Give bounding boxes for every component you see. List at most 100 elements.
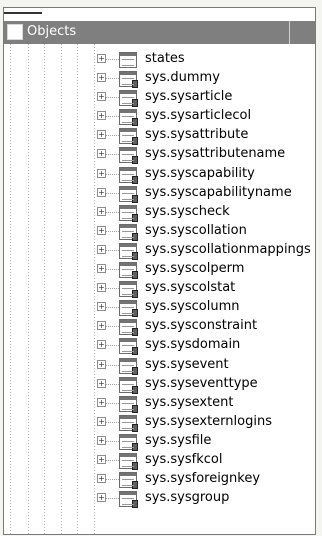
tree-connector xyxy=(106,421,119,423)
tree-item-label: sys.sysarticle xyxy=(145,89,233,105)
tree-item[interactable]: + sys.sysfile xyxy=(4,433,315,452)
title-bar-line xyxy=(4,12,42,14)
tree-item[interactable]: + sys.syscollation xyxy=(4,223,315,242)
system-table-icon xyxy=(119,376,138,394)
tree-item-label: sys.sysfile xyxy=(145,432,212,448)
system-badge-icon xyxy=(132,137,138,146)
tree-item[interactable]: + sys.sysgroup xyxy=(4,490,315,509)
expand-icon[interactable]: + xyxy=(97,435,106,445)
system-table-icon xyxy=(119,223,138,241)
tree-item-label: sys.sysdomain xyxy=(145,337,241,353)
tree-item-label: sys.sysevent xyxy=(145,356,229,372)
tree-item[interactable]: + sys.syseventtype xyxy=(4,376,315,395)
expand-icon[interactable]: + xyxy=(97,111,106,121)
system-table-icon xyxy=(119,90,138,108)
system-table-icon xyxy=(119,262,138,280)
tree-item[interactable]: + sys.sysforeignkey xyxy=(4,471,315,490)
expand-icon[interactable]: + xyxy=(97,168,106,178)
tree-connector xyxy=(106,498,119,500)
tree-item[interactable]: + sys.sysattributename xyxy=(4,146,315,165)
expand-icon[interactable]: + xyxy=(97,264,106,274)
system-table-icon xyxy=(119,357,138,375)
system-badge-icon xyxy=(132,442,138,451)
expand-icon[interactable]: + xyxy=(97,302,106,312)
tree-item-label: sys.syscapability xyxy=(145,165,255,181)
system-badge-icon xyxy=(132,309,138,318)
expand-icon[interactable]: + xyxy=(97,397,106,407)
tree-connector xyxy=(106,402,119,404)
system-table-icon xyxy=(119,281,138,299)
tree-item[interactable]: + sys.sysextent xyxy=(4,395,315,414)
tree-connector xyxy=(106,116,119,118)
tree-item-label: sys.syscheck xyxy=(145,203,230,219)
objects-icon xyxy=(7,24,23,40)
system-badge-icon xyxy=(132,194,138,203)
tree-item[interactable]: + sys.sysarticle xyxy=(4,89,315,108)
header-separator xyxy=(289,21,315,44)
tree-item[interactable]: + sys.sysarticlecol xyxy=(4,108,315,127)
system-table-icon xyxy=(119,109,138,127)
expand-icon[interactable]: + xyxy=(97,378,106,388)
table-icon xyxy=(119,52,137,68)
objects-panel: Objects + states + sys.dummy + sys.sysarticle… xyxy=(3,7,316,535)
tree-item[interactable]: + sys.syscapability xyxy=(4,166,315,185)
tree-item[interactable]: + sys.syscolstat xyxy=(4,280,315,299)
tree-item[interactable]: + sys.sysfkcol xyxy=(4,452,315,471)
expand-icon[interactable]: + xyxy=(97,130,106,140)
system-badge-icon xyxy=(132,461,138,470)
system-table-icon xyxy=(119,452,138,470)
tree-item[interactable]: + states xyxy=(4,51,315,70)
tree-item-label: sys.sysarticlecol xyxy=(145,108,252,124)
system-badge-icon xyxy=(132,328,138,337)
tree-connector xyxy=(106,479,119,481)
system-badge-icon xyxy=(132,500,138,509)
tree-connector xyxy=(106,345,119,347)
tree-item[interactable]: + sys.dummy xyxy=(4,70,315,89)
expand-icon[interactable]: + xyxy=(97,454,106,464)
expand-icon[interactable]: + xyxy=(97,206,106,216)
tree-connector xyxy=(106,364,119,366)
expand-icon[interactable]: + xyxy=(97,321,106,331)
system-table-icon xyxy=(119,319,138,337)
tree-item[interactable]: + sys.sysdomain xyxy=(4,337,315,356)
system-badge-icon xyxy=(132,156,138,165)
tree-item[interactable]: + sys.syscolumn xyxy=(4,299,315,318)
tree-item[interactable]: + sys.sysconstraint xyxy=(4,318,315,337)
tree-connector xyxy=(106,459,119,461)
expand-icon[interactable]: + xyxy=(97,54,106,63)
tree-item[interactable]: + sys.syscolperm xyxy=(4,261,315,280)
system-table-icon xyxy=(119,185,138,203)
expand-icon[interactable]: + xyxy=(97,187,106,197)
tree-item-label: sys.sysconstraint xyxy=(145,318,258,334)
object-tree: + states + sys.dummy + sys.sysarticle + sys.sys… xyxy=(4,51,315,509)
tree-connector xyxy=(106,135,119,137)
tree-item-label: sys.sysattributename xyxy=(145,146,286,162)
expand-icon[interactable]: + xyxy=(97,283,106,293)
expand-icon[interactable]: + xyxy=(97,149,106,159)
system-badge-icon xyxy=(132,385,138,394)
tree-item[interactable]: + sys.syscollationmappings xyxy=(4,242,315,261)
tree-item-label: sys.syscollation xyxy=(145,222,247,238)
tree-item[interactable]: + sys.syscapabilityname xyxy=(4,185,315,204)
system-badge-icon xyxy=(132,232,138,241)
expand-icon[interactable]: + xyxy=(97,73,106,83)
tree-item-label: sys.syscolstat xyxy=(145,280,236,296)
expand-icon[interactable]: + xyxy=(97,340,106,350)
expand-icon[interactable]: + xyxy=(97,359,106,369)
system-badge-icon xyxy=(132,118,138,127)
expand-icon[interactable]: + xyxy=(97,474,106,484)
system-badge-icon xyxy=(132,404,138,413)
tree-connector xyxy=(106,59,119,60)
tree-connector xyxy=(106,288,119,290)
expand-icon[interactable]: + xyxy=(97,244,106,254)
expand-icon[interactable]: + xyxy=(97,225,106,235)
system-table-icon xyxy=(119,491,138,509)
expand-icon[interactable]: + xyxy=(97,92,106,102)
expand-icon[interactable]: + xyxy=(97,493,106,503)
tree-item[interactable]: + sys.sysevent xyxy=(4,357,315,376)
tree-item[interactable]: + sys.sysexternlogins xyxy=(4,414,315,433)
tree-item[interactable]: + sys.sysattribute xyxy=(4,127,315,146)
tree-item[interactable]: + sys.syscheck xyxy=(4,204,315,223)
expand-icon[interactable]: + xyxy=(97,416,106,426)
system-table-icon xyxy=(119,166,138,184)
